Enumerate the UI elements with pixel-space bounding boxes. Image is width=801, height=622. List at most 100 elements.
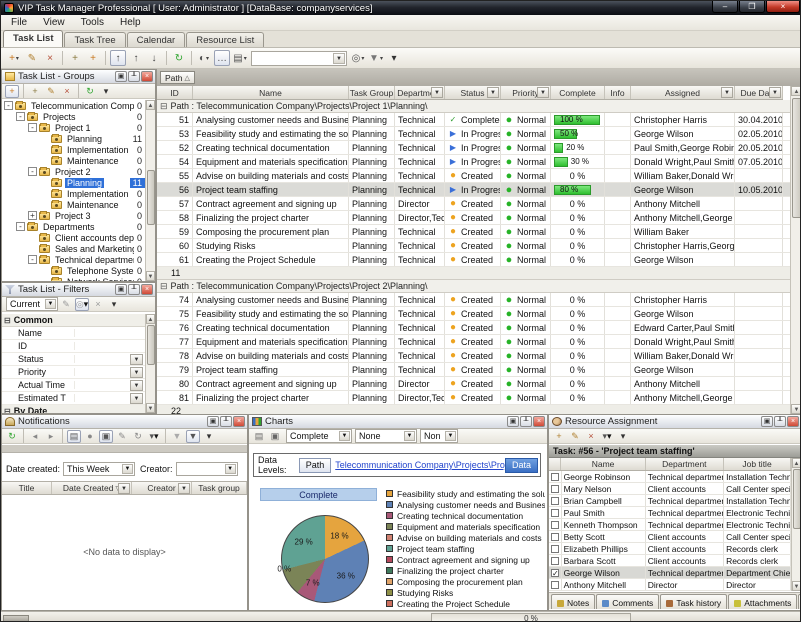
filter-field-name[interactable]: Name bbox=[2, 327, 145, 340]
tab-comments[interactable]: Comments bbox=[596, 594, 659, 609]
checkbox-icon[interactable] bbox=[551, 473, 559, 481]
chart-select-2[interactable]: None▼ bbox=[355, 429, 417, 443]
tab-attachments[interactable]: Attachments bbox=[728, 594, 797, 609]
column-header-name[interactable]: Name bbox=[193, 86, 349, 99]
tab-task-history[interactable]: Task history bbox=[660, 594, 727, 609]
checkbox-icon[interactable] bbox=[551, 545, 559, 553]
move-down-icon[interactable]: ↓ bbox=[146, 50, 162, 66]
filter-section-common[interactable]: ⊟Common bbox=[2, 314, 145, 327]
tree-item-project-3[interactable]: +Project 30 bbox=[2, 210, 145, 221]
unassign-resource-icon[interactable]: ✎ bbox=[568, 430, 582, 443]
task-row-60[interactable]: 60Studying RisksPlanningTechnical●Create… bbox=[157, 239, 790, 253]
filters-scroll-thumb[interactable] bbox=[147, 325, 155, 365]
edit-group-icon[interactable]: ✎ bbox=[44, 85, 58, 98]
resource-row-betty-scott[interactable]: Betty ScottClient accountsCall Center sp… bbox=[549, 531, 791, 543]
close-button[interactable]: × bbox=[766, 1, 800, 13]
tree-item-project-2[interactable]: -Project 20 bbox=[2, 166, 145, 177]
filter-field-status[interactable]: Status▼ bbox=[2, 353, 145, 366]
task-row-55[interactable]: 55Advise on building materials and costs… bbox=[157, 169, 790, 183]
resource-scrollbar[interactable]: ▲ ▼ bbox=[791, 458, 801, 591]
column-header-task-group[interactable]: Task Group bbox=[349, 86, 395, 99]
filters-scrollbar[interactable]: ▲ ▼ bbox=[145, 314, 155, 413]
resource-row-brian-campbell[interactable]: Brian CampbellTechnical departmentInstal… bbox=[549, 495, 791, 507]
resource-row-paul-smith[interactable]: Paul SmithTechnical departmentElectronic… bbox=[549, 507, 791, 519]
grid-scrollbar[interactable]: ▲ ▼ bbox=[790, 86, 801, 414]
filter-preset-select[interactable]: Current▼ bbox=[6, 297, 58, 311]
resource-row-kenneth-thompson[interactable]: Kenneth ThompsonTechnical departmentElec… bbox=[549, 519, 791, 531]
groups-close-icon[interactable]: × bbox=[141, 71, 153, 82]
resource-row-mary-nelson[interactable]: Mary NelsonClient accountsCall Center sp… bbox=[549, 483, 791, 495]
filter-icon[interactable]: ▼▾ bbox=[368, 50, 384, 66]
tree-item-project-1[interactable]: -Project 10 bbox=[2, 122, 145, 133]
flag-notification-icon[interactable]: ▣ bbox=[99, 430, 113, 443]
tree-item-implementation[interactable]: Implementation0 bbox=[2, 188, 145, 199]
charts-close-icon[interactable]: × bbox=[533, 416, 545, 427]
collapse-icon[interactable]: - bbox=[28, 255, 37, 264]
notifications-pin-icon[interactable]: ╨ bbox=[220, 416, 232, 427]
resource-pin-icon[interactable]: ╨ bbox=[774, 416, 786, 427]
save-filter-icon[interactable]: ✎ bbox=[59, 298, 73, 311]
task-row-75[interactable]: 75Feasibility study and estimating the s… bbox=[157, 307, 790, 321]
chevron-down-icon[interactable]: ▼ bbox=[130, 354, 143, 365]
tree-item-sales-and-marketing-d[interactable]: Sales and Marketing d0 bbox=[2, 243, 145, 254]
checkbox-checked-icon[interactable]: ✓ bbox=[551, 569, 559, 577]
resource-row-george-robinson[interactable]: George RobinsonTechnical departmentInsta… bbox=[549, 471, 791, 483]
filter-section-by-date[interactable]: ⊟By Date bbox=[2, 405, 145, 413]
menu-help[interactable]: Help bbox=[112, 16, 149, 29]
tree-item-telephone-syster[interactable]: Telephone Syster0 bbox=[2, 265, 145, 276]
resource-scroll-down-icon[interactable]: ▼ bbox=[792, 581, 801, 591]
tab-notes[interactable]: Notes bbox=[551, 594, 595, 609]
refresh-groups-icon[interactable]: ↻ bbox=[83, 85, 97, 98]
menu-view[interactable]: View bbox=[35, 16, 73, 29]
filters-restore-icon[interactable]: ▣ bbox=[115, 284, 127, 295]
tree-item-maintenance[interactable]: Maintenance0 bbox=[2, 199, 145, 210]
grid-scroll-thumb[interactable] bbox=[792, 98, 801, 218]
filter-field-value[interactable] bbox=[74, 381, 127, 389]
filter-field-id[interactable]: ID bbox=[2, 340, 145, 353]
resource-options-icon[interactable]: ▾▾ bbox=[600, 430, 614, 443]
path-level-button[interactable]: Path bbox=[299, 458, 332, 473]
charts-restore-icon[interactable]: ▣ bbox=[507, 416, 519, 427]
filters-scroll-up-icon[interactable]: ▲ bbox=[146, 314, 155, 324]
filter-field-value[interactable] bbox=[74, 368, 127, 376]
checkbox-icon[interactable] bbox=[551, 485, 559, 493]
collapse-icon[interactable]: - bbox=[28, 123, 37, 132]
tree-item-maintenance[interactable]: Maintenance0 bbox=[2, 155, 145, 166]
refresh-notifications-icon[interactable]: ↻ bbox=[5, 430, 19, 443]
new-group-icon[interactable]: + bbox=[5, 85, 19, 98]
collapse-icon[interactable]: ⊟ bbox=[160, 101, 168, 112]
filters-close-icon[interactable]: × bbox=[141, 284, 153, 295]
tree-item-technical-department[interactable]: -Technical department0 bbox=[2, 254, 145, 265]
task-row-58[interactable]: 58Finalizing the project charterPlanning… bbox=[157, 211, 790, 225]
grid-scroll-up-icon[interactable]: ▲ bbox=[791, 86, 801, 96]
resource-column-department[interactable]: Department bbox=[646, 458, 724, 470]
column-header-department[interactable]: Department▼ bbox=[395, 86, 445, 99]
task-row-51[interactable]: 51Analysing customer needs and Business … bbox=[157, 113, 790, 127]
checkbox-icon[interactable] bbox=[551, 521, 559, 529]
grid-scroll-down-icon[interactable]: ▼ bbox=[791, 404, 801, 414]
column-header-due-date[interactable]: Due Date▼ bbox=[735, 86, 783, 99]
collapse-icon[interactable]: - bbox=[4, 101, 13, 110]
duplicate-task-icon[interactable]: + bbox=[67, 50, 83, 66]
tree-item-planning[interactable]: Planning11 bbox=[2, 133, 145, 144]
expand-icon[interactable]: + bbox=[28, 211, 37, 220]
task-row-76[interactable]: 76Creating technical documentationPlanni… bbox=[157, 321, 790, 335]
filters-scroll-down-icon[interactable]: ▼ bbox=[146, 403, 155, 413]
resource-column-job-title[interactable]: Job title bbox=[724, 458, 791, 470]
print-chart-icon[interactable]: ▤ bbox=[252, 430, 266, 443]
export-chart-icon[interactable]: ▣ bbox=[268, 430, 282, 443]
tree-item-network-services[interactable]: Network Services0 bbox=[2, 276, 145, 281]
column-header-info[interactable]: Info bbox=[605, 86, 631, 99]
resource-row-george-wilson[interactable]: ✓George WilsonTechnical departmentDepart… bbox=[549, 567, 791, 579]
resource-scroll-thumb[interactable] bbox=[793, 469, 801, 529]
resource-column-checkbox[interactable] bbox=[549, 458, 561, 470]
column-header-status[interactable]: Status▼ bbox=[445, 86, 501, 99]
resource-row-elizabeth-phillips[interactable]: Elizabeth PhillipsClient accountsRecords… bbox=[549, 543, 791, 555]
collapse-icon[interactable]: - bbox=[16, 222, 25, 231]
groups-overflow-icon[interactable]: ▾ bbox=[99, 85, 113, 98]
filter-field-value[interactable] bbox=[74, 355, 127, 363]
chart-select-3[interactable]: Non▼ bbox=[420, 429, 458, 443]
task-row-77[interactable]: 77Equipment and materials specificationP… bbox=[157, 335, 790, 349]
task-row-74[interactable]: 74Analysing customer needs and Business … bbox=[157, 293, 790, 307]
next-notification-icon[interactable]: ▸ bbox=[44, 430, 58, 443]
